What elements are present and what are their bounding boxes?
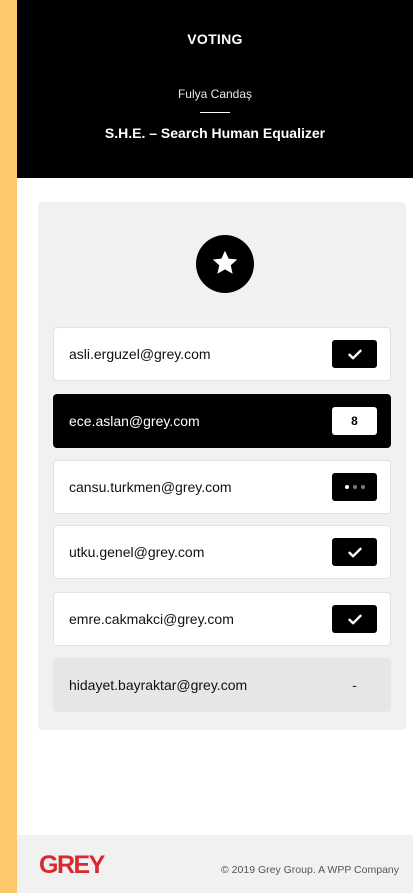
- copyright-text: © 2019 Grey Group. A WPP Company: [221, 864, 399, 876]
- user-name: Fulya Candaş: [177, 87, 253, 101]
- dots-icon: [332, 473, 377, 501]
- voter-row[interactable]: ece.aslan@grey.com 8: [53, 394, 391, 448]
- voter-row[interactable]: hidayet.bayraktar@grey.com -: [53, 658, 391, 712]
- vote-score: 8: [332, 407, 377, 435]
- voter-email: ece.aslan@grey.com: [69, 413, 200, 429]
- voter-row[interactable]: cansu.turkmen@grey.com: [53, 460, 391, 514]
- voter-row[interactable]: asli.erguzel@grey.com: [53, 327, 391, 381]
- voter-email: asli.erguzel@grey.com: [69, 346, 211, 362]
- voter-row[interactable]: emre.cakmakci@grey.com: [53, 592, 391, 646]
- header-divider: [200, 112, 230, 113]
- footer: GREY © 2019 Grey Group. A WPP Company: [17, 835, 413, 893]
- pending-status: -: [352, 677, 357, 693]
- app-frame: VOTING Fulya Candaş S.H.E. – Search Huma…: [17, 0, 413, 893]
- screen-title: VOTING: [187, 31, 243, 47]
- star-icon: [196, 235, 254, 293]
- voter-email: cansu.turkmen@grey.com: [69, 479, 232, 495]
- project-title: S.H.E. – Search Human Equalizer: [104, 125, 326, 141]
- voter-row[interactable]: utku.genel@grey.com: [53, 525, 391, 579]
- voting-card: asli.erguzel@grey.com ece.aslan@grey.com…: [38, 202, 406, 730]
- grey-logo: GREY: [39, 851, 105, 879]
- check-icon: [332, 538, 377, 566]
- voter-email: hidayet.bayraktar@grey.com: [69, 677, 248, 693]
- check-icon: [332, 340, 377, 368]
- check-icon: [332, 605, 377, 633]
- voter-email: utku.genel@grey.com: [69, 544, 205, 560]
- header: VOTING Fulya Candaş S.H.E. – Search Huma…: [17, 0, 413, 178]
- voter-email: emre.cakmakci@grey.com: [69, 611, 234, 627]
